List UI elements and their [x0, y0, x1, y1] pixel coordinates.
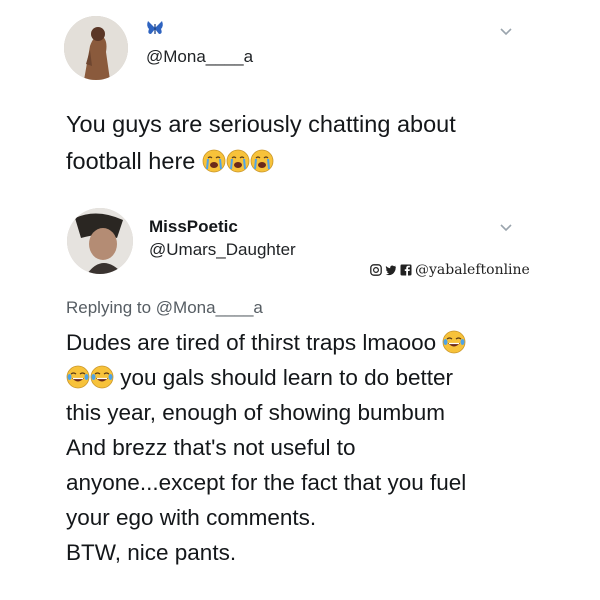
tweet2-line: And brezz that's not useful to: [66, 435, 356, 460]
chevron-down-icon[interactable]: [499, 222, 513, 232]
avatar-image: [64, 16, 128, 80]
tweet2-line: Dudes are tired of thirst traps lmaooo: [66, 325, 541, 360]
tweet2-line-text: Dudes are tired of thirst traps lmaooo: [66, 330, 437, 355]
face-with-tears-of-joy-icon: [90, 365, 114, 389]
tweet2-line: this year, enough of showing bumbum: [66, 400, 445, 425]
chevron-down-icon[interactable]: [499, 26, 513, 36]
tweet2-handle[interactable]: @Umars_Daughter: [149, 240, 296, 260]
tweet1-handle[interactable]: @Mona____a: [146, 47, 253, 67]
watermark-handle: @yabaleftonline: [415, 262, 530, 278]
tweet2-text: Dudes are tired of thirst traps lmaooo y…: [66, 325, 541, 570]
watermark: @yabaleftonline: [370, 262, 530, 278]
loudly-crying-face-icon: [226, 149, 250, 173]
instagram-icon: [370, 264, 382, 276]
tweet2-line: BTW, nice pants.: [66, 540, 237, 565]
tweet1-line: football here: [66, 143, 536, 180]
twitter-icon: [385, 265, 397, 276]
tweet1-line: You guys are seriously chatting about: [66, 111, 456, 137]
loudly-crying-face-icon: [250, 149, 274, 173]
avatar-mona[interactable]: [64, 16, 128, 80]
avatar-misspoetic[interactable]: [67, 208, 133, 274]
replying-prefix: Replying to: [66, 298, 152, 317]
tweet2-line: anyone...except for the fact that you fu…: [66, 470, 467, 495]
facebook-icon: [400, 264, 412, 276]
tweet1-line-text: football here: [66, 148, 196, 174]
butterfly-emoji-icon: [146, 20, 164, 40]
replying-mention[interactable]: @Mona____a: [156, 298, 263, 317]
face-with-tears-of-joy-icon: [66, 365, 90, 389]
replying-to: Replying to @Mona____a: [66, 298, 263, 318]
avatar-image: [67, 208, 133, 274]
tweet2-line: your ego with comments.: [66, 505, 317, 530]
loudly-crying-face-icon: [202, 149, 226, 173]
tweet2-line: you gals should learn to do better: [66, 360, 541, 395]
tweet2-line-text: you gals should learn to do better: [120, 365, 453, 390]
tweet2-display-name[interactable]: MissPoetic: [149, 217, 238, 237]
face-with-tears-of-joy-icon: [442, 330, 466, 354]
tweet1-text: You guys are seriously chatting about fo…: [66, 106, 536, 180]
